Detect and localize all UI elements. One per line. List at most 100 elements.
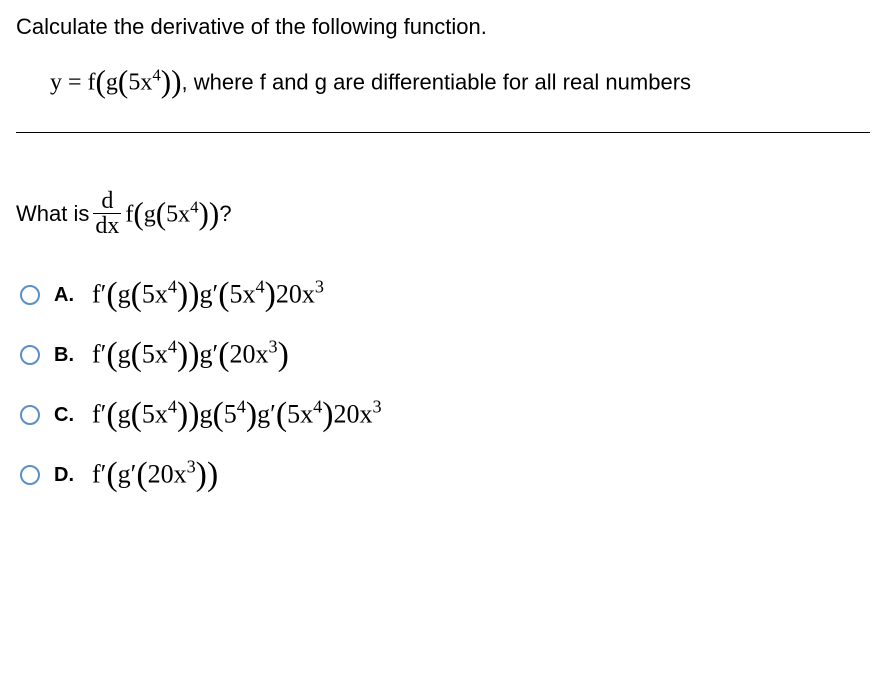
tail-coef: 20x xyxy=(333,399,372,428)
paren-close: ) xyxy=(177,276,188,314)
paren-open: ( xyxy=(131,396,142,434)
gprime: g′ xyxy=(200,339,219,368)
option-c-label: C. xyxy=(54,404,80,427)
gp-arg: 5x xyxy=(229,279,255,308)
paren-close: ) xyxy=(188,336,199,374)
paren-open: ( xyxy=(131,276,142,314)
question-line: What is d dx f(g(5x4)) ? xyxy=(16,189,870,238)
option-b-math: f′(g(5x4))g′(20x3) xyxy=(92,336,289,374)
gprime: g′ xyxy=(200,279,219,308)
q-inner: g xyxy=(144,201,156,227)
g: g xyxy=(118,279,131,308)
option-c: C. f′(g(5x4))g(54)g′(5x4)20x3 xyxy=(20,396,870,434)
radio-c[interactable] xyxy=(20,405,40,425)
q-func: f xyxy=(125,201,133,227)
tail-exp: 3 xyxy=(372,397,381,417)
paren-open: ( xyxy=(213,396,224,434)
tail-exp: 3 xyxy=(315,277,324,297)
gp-arg: 5x xyxy=(287,399,313,428)
frac-numerator: d xyxy=(99,189,115,213)
radio-d[interactable] xyxy=(20,465,40,485)
paren-close: ) xyxy=(209,196,219,232)
radio-a[interactable] xyxy=(20,285,40,305)
paren-close: ) xyxy=(246,396,257,434)
fprime: f′ xyxy=(92,459,106,488)
options-container: A. f′(g(5x4))g′(5x4)20x3 B. f′(g(5x4))g′… xyxy=(20,276,870,494)
paren-close: ) xyxy=(177,396,188,434)
g-arg: 5x xyxy=(142,339,168,368)
gprime: g′ xyxy=(257,399,276,428)
g-arg: 5x xyxy=(142,279,168,308)
option-a: A. f′(g(5x4))g′(5x4)20x3 xyxy=(20,276,870,314)
paren-close: ) xyxy=(188,276,199,314)
gp-arg-exp: 3 xyxy=(268,337,277,357)
fprime: f′ xyxy=(92,279,106,308)
option-b: B. f′(g(5x4))g′(20x3) xyxy=(20,336,870,374)
gprime: g′ xyxy=(118,459,137,488)
paren-close: ) xyxy=(322,396,333,434)
derivative-fraction: d dx xyxy=(93,189,121,238)
g-arg: 5x xyxy=(142,399,168,428)
g-arg-exp: 4 xyxy=(168,277,177,297)
paren-open: ( xyxy=(106,396,117,434)
radio-b[interactable] xyxy=(20,345,40,365)
equation-definition: y = f(g(5x4)), where f and g are differe… xyxy=(50,64,870,100)
gp-arg: 20x xyxy=(229,339,268,368)
tail-coef: 20x xyxy=(276,279,315,308)
paren-open: ( xyxy=(136,456,147,494)
paren-open: ( xyxy=(218,336,229,374)
paren-open: ( xyxy=(218,276,229,314)
paren-open: ( xyxy=(133,196,143,232)
paren-open: ( xyxy=(96,64,106,100)
paren-open: ( xyxy=(106,456,117,494)
g2: g xyxy=(200,399,213,428)
paren-open: ( xyxy=(118,64,128,100)
fprime: f′ xyxy=(92,399,106,428)
equation-prefix: y = f xyxy=(50,70,96,96)
g2-arg-exp: 4 xyxy=(237,397,246,417)
equation-inner: g xyxy=(106,70,118,96)
section-divider xyxy=(16,132,870,133)
paren-close: ) xyxy=(199,196,209,232)
q-arg-base: 5x xyxy=(166,201,190,227)
paren-close: ) xyxy=(265,276,276,314)
gp-arg-exp: 4 xyxy=(255,277,264,297)
paren-close: ) xyxy=(177,336,188,374)
paren-close: ) xyxy=(161,64,171,100)
paren-open: ( xyxy=(131,336,142,374)
paren-close: ) xyxy=(278,336,289,374)
equation-arg-exp: 4 xyxy=(152,66,160,85)
paren-close: ) xyxy=(171,64,181,100)
option-a-math: f′(g(5x4))g′(5x4)20x3 xyxy=(92,276,324,314)
paren-close: ) xyxy=(207,456,218,494)
option-d-label: D. xyxy=(54,464,80,487)
fprime: f′ xyxy=(92,339,106,368)
paren-close: ) xyxy=(188,396,199,434)
paren-open: ( xyxy=(106,336,117,374)
paren-open: ( xyxy=(156,196,166,232)
question-suffix: ? xyxy=(219,201,231,227)
g: g xyxy=(118,339,131,368)
option-c-math: f′(g(5x4))g(54)g′(5x4)20x3 xyxy=(92,396,382,434)
option-a-label: A. xyxy=(54,284,80,307)
question-function: f(g(5x4)) xyxy=(125,196,219,232)
equation-arg-base: 5x xyxy=(128,70,152,96)
g2-arg: 5 xyxy=(224,399,237,428)
paren-close: ) xyxy=(196,456,207,494)
option-b-label: B. xyxy=(54,344,80,367)
question-prefix: What is xyxy=(16,201,89,227)
g: g xyxy=(118,399,131,428)
option-d: D. f′(g′(20x3)) xyxy=(20,456,870,494)
paren-open: ( xyxy=(106,276,117,314)
gp-arg-exp: 4 xyxy=(313,397,322,417)
equation-desc: , where f and g are differentiable for a… xyxy=(181,70,691,95)
g-arg-exp: 4 xyxy=(168,397,177,417)
prompt-text: Calculate the derivative of the followin… xyxy=(16,14,870,40)
option-d-math: f′(g′(20x3)) xyxy=(92,456,218,494)
q-arg-exp: 4 xyxy=(190,197,198,216)
g-arg-exp: 4 xyxy=(168,337,177,357)
frac-denominator: dx xyxy=(93,213,121,238)
gp-arg-exp: 3 xyxy=(187,457,196,477)
gp-arg: 20x xyxy=(148,459,187,488)
paren-open: ( xyxy=(276,396,287,434)
